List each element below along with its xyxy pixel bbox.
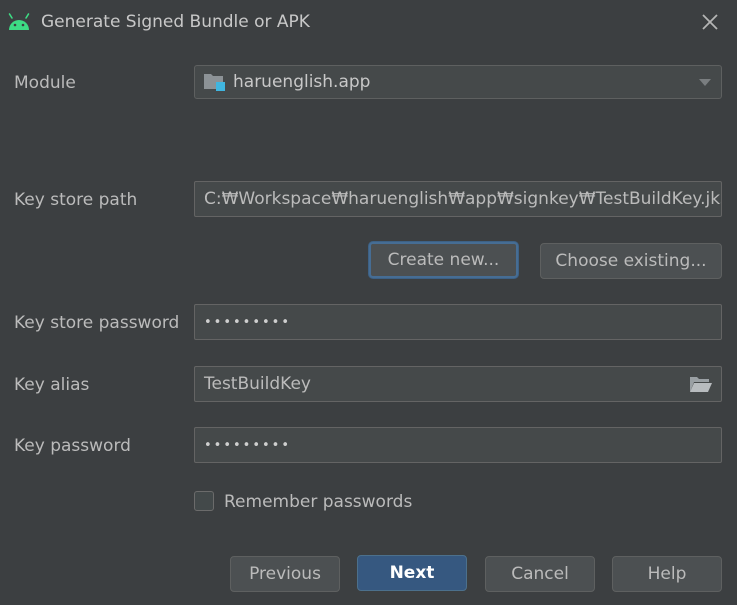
previous-button[interactable]: Previous — [230, 556, 340, 592]
module-folder-icon — [204, 74, 225, 91]
keystore-path-value: C:₩Workspace₩haruenglish₩app₩signkey₩Tes… — [204, 189, 722, 209]
key-password-label: Key password — [14, 436, 131, 456]
chevron-down-icon — [699, 79, 711, 86]
close-icon[interactable] — [697, 9, 723, 35]
title-bar: Generate Signed Bundle or APK — [0, 0, 737, 46]
folder-open-icon[interactable] — [689, 375, 713, 393]
keystore-path-field[interactable]: C:₩Workspace₩haruenglish₩app₩signkey₩Tes… — [194, 181, 722, 217]
module-select[interactable]: haruenglish.app — [194, 65, 722, 99]
key-password-field[interactable]: ••••••••• — [194, 427, 722, 463]
help-button[interactable]: Help — [612, 556, 722, 592]
keystore-password-field[interactable]: ••••••••• — [194, 304, 722, 340]
choose-existing-button[interactable]: Choose existing... — [540, 243, 722, 279]
keystore-path-label: Key store path — [14, 190, 138, 210]
window-title: Generate Signed Bundle or APK — [41, 12, 310, 32]
key-alias-field[interactable]: TestBuildKey — [194, 366, 722, 402]
module-label: Module — [14, 73, 76, 93]
key-alias-value: TestBuildKey — [204, 374, 311, 394]
keystore-password-mask: ••••••••• — [204, 314, 292, 330]
next-button[interactable]: Next — [357, 555, 467, 591]
remember-passwords-checkbox[interactable] — [194, 491, 214, 511]
android-icon — [8, 13, 30, 30]
keystore-password-label: Key store password — [14, 313, 180, 333]
key-password-mask: ••••••••• — [204, 437, 292, 453]
remember-passwords-label[interactable]: Remember passwords — [224, 492, 412, 512]
cancel-button[interactable]: Cancel — [485, 556, 595, 592]
create-new-button[interactable]: Create new... — [369, 242, 518, 278]
module-value: haruenglish.app — [233, 72, 371, 92]
key-alias-label: Key alias — [14, 375, 90, 395]
